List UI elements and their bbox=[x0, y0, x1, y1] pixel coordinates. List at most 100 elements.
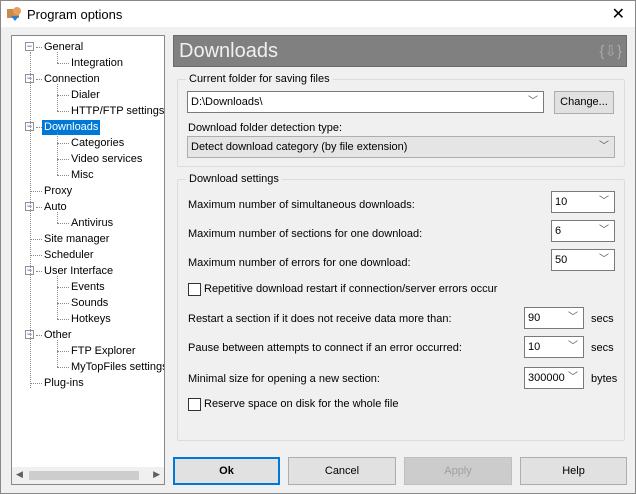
tree-item-downloads[interactable]: Downloads bbox=[42, 120, 101, 135]
min-size-unit: bytes bbox=[591, 373, 618, 385]
tree-line bbox=[57, 319, 69, 320]
settings-group-label: Download settings bbox=[186, 173, 282, 185]
tree-line bbox=[57, 276, 58, 319]
window-title: Program options bbox=[27, 7, 123, 22]
tree-item-categories[interactable]: Categories bbox=[69, 136, 126, 151]
pause-between-value: 10 bbox=[528, 341, 541, 353]
max-errors-select[interactable]: 50 ﹀ bbox=[551, 249, 615, 271]
restart-section-value: 90 bbox=[528, 312, 541, 324]
tree-line bbox=[57, 95, 69, 96]
max-sections-select[interactable]: 6 ﹀ bbox=[551, 220, 615, 242]
scroll-right-icon[interactable]: ▶ bbox=[153, 469, 160, 480]
detection-label: Download folder detection type: bbox=[188, 122, 343, 134]
max-sections-value: 6 bbox=[555, 225, 562, 237]
pause-between-unit: secs bbox=[591, 342, 614, 354]
tree-item-video-services[interactable]: Video services bbox=[69, 152, 144, 167]
tree-line bbox=[57, 212, 58, 223]
tree-line bbox=[57, 132, 58, 175]
folder-group-label: Current folder for saving files bbox=[186, 73, 333, 85]
tree-line bbox=[57, 223, 69, 224]
tree-line bbox=[57, 111, 69, 112]
reserve-space-checkbox[interactable] bbox=[188, 398, 201, 411]
tree-item-ftp-explorer[interactable]: FTP Explorer bbox=[69, 344, 138, 359]
app-icon bbox=[7, 7, 21, 21]
tree-item-integration[interactable]: Integration bbox=[69, 56, 125, 71]
tree-item-sounds[interactable]: Sounds bbox=[69, 296, 110, 311]
tree-line bbox=[57, 367, 69, 368]
apply-button[interactable]: Apply bbox=[404, 457, 512, 485]
tree-item-auto[interactable]: Auto bbox=[42, 200, 69, 215]
program-options-window: Program options ✕ ◀ ▶ − General Integratio… bbox=[0, 0, 636, 494]
tree-item-misc[interactable]: Misc bbox=[69, 168, 96, 183]
cancel-button[interactable]: Cancel bbox=[288, 457, 396, 485]
max-downloads-label: Maximum number of simultaneous downloads… bbox=[188, 199, 415, 211]
max-sections-label: Maximum number of sections for one downl… bbox=[188, 228, 423, 240]
chevron-down-icon: ﹀ bbox=[599, 225, 609, 236]
max-downloads-value: 10 bbox=[555, 196, 568, 208]
section-header: Downloads {⇩} bbox=[173, 35, 627, 67]
change-button[interactable]: Change... bbox=[554, 91, 614, 114]
tree-item-plug-ins[interactable]: Plug-ins bbox=[42, 376, 86, 391]
tree-item-site-manager[interactable]: Site manager bbox=[42, 232, 111, 247]
chevron-down-icon: ﹀ bbox=[599, 141, 609, 152]
tree-item-mytopfiles-settings[interactable]: MyTopFiles settings bbox=[69, 360, 164, 375]
scrollbar-thumb[interactable] bbox=[29, 471, 139, 480]
reserve-space-label[interactable]: Reserve space on disk for the whole file bbox=[204, 398, 398, 410]
max-errors-value: 50 bbox=[555, 254, 568, 266]
tree-item-user-interface[interactable]: User Interface bbox=[42, 264, 115, 279]
tree-line bbox=[30, 191, 42, 192]
chevron-down-icon: ﹀ bbox=[599, 196, 609, 207]
repetitive-restart-label[interactable]: Repetitive download restart if connectio… bbox=[204, 283, 497, 295]
tree-line bbox=[57, 287, 69, 288]
tree-line bbox=[57, 159, 69, 160]
options-tree[interactable]: ◀ ▶ − General Integration − Connection Dialer… bbox=[11, 35, 165, 485]
tree-item-connection[interactable]: Connection bbox=[42, 72, 102, 87]
pause-between-label: Pause between attempts to connect if an … bbox=[188, 342, 462, 354]
restart-section-label: Restart a section if it does not receive… bbox=[188, 313, 452, 325]
max-errors-label: Maximum number of errors for one downloa… bbox=[188, 257, 411, 269]
min-size-select[interactable]: 300000 ﹀ bbox=[524, 367, 584, 389]
chevron-down-icon: ﹀ bbox=[568, 312, 578, 323]
close-icon[interactable]: ✕ bbox=[612, 4, 625, 24]
min-size-label: Minimal size for opening a new section: bbox=[188, 373, 380, 385]
tree-line bbox=[30, 383, 42, 384]
chevron-down-icon: ﹀ bbox=[568, 372, 578, 383]
tree-line bbox=[57, 52, 58, 63]
tree-item-dialer[interactable]: Dialer bbox=[69, 88, 102, 103]
chevron-down-icon: ﹀ bbox=[568, 341, 578, 352]
horizontal-scrollbar[interactable]: ◀ ▶ bbox=[12, 467, 164, 484]
detection-value: Detect download category (by file extens… bbox=[191, 141, 408, 153]
expander-icon[interactable]: − bbox=[25, 42, 34, 51]
tree-line bbox=[30, 255, 42, 256]
tree-item-general[interactable]: General bbox=[42, 40, 85, 55]
section-title: Downloads bbox=[179, 40, 278, 62]
tree-item-proxy[interactable]: Proxy bbox=[42, 184, 74, 199]
folder-combo[interactable]: D:\Downloads\ ﹀ bbox=[187, 91, 544, 113]
max-downloads-select[interactable]: 10 ﹀ bbox=[551, 191, 615, 213]
scroll-left-icon[interactable]: ◀ bbox=[16, 469, 23, 480]
min-size-value: 300000 bbox=[528, 372, 565, 384]
repetitive-restart-checkbox[interactable] bbox=[188, 283, 201, 296]
tree-line bbox=[57, 351, 69, 352]
title-bar: Program options ✕ bbox=[1, 1, 635, 27]
tree-item-http-ftp-settings[interactable]: HTTP/FTP settings bbox=[69, 104, 164, 119]
tree-line bbox=[30, 239, 42, 240]
tree-line bbox=[57, 63, 69, 64]
restart-section-select[interactable]: 90 ﹀ bbox=[524, 307, 584, 329]
restart-section-unit: secs bbox=[591, 313, 614, 325]
detection-type-select[interactable]: Detect download category (by file extens… bbox=[187, 136, 615, 158]
tree-line bbox=[57, 303, 69, 304]
tree-item-hotkeys[interactable]: Hotkeys bbox=[69, 312, 113, 327]
tree-item-events[interactable]: Events bbox=[69, 280, 107, 295]
tree-line bbox=[57, 175, 69, 176]
ok-button[interactable]: Ok bbox=[173, 457, 280, 485]
tree-line bbox=[57, 143, 69, 144]
tree-item-scheduler[interactable]: Scheduler bbox=[42, 248, 96, 263]
pause-between-select[interactable]: 10 ﹀ bbox=[524, 336, 584, 358]
tree-line bbox=[57, 84, 58, 111]
folder-value: D:\Downloads\ bbox=[191, 96, 263, 108]
tree-item-antivirus[interactable]: Antivirus bbox=[69, 216, 115, 231]
tree-line bbox=[30, 52, 31, 388]
chevron-down-icon: ﹀ bbox=[599, 254, 609, 265]
help-button[interactable]: Help bbox=[520, 457, 627, 485]
